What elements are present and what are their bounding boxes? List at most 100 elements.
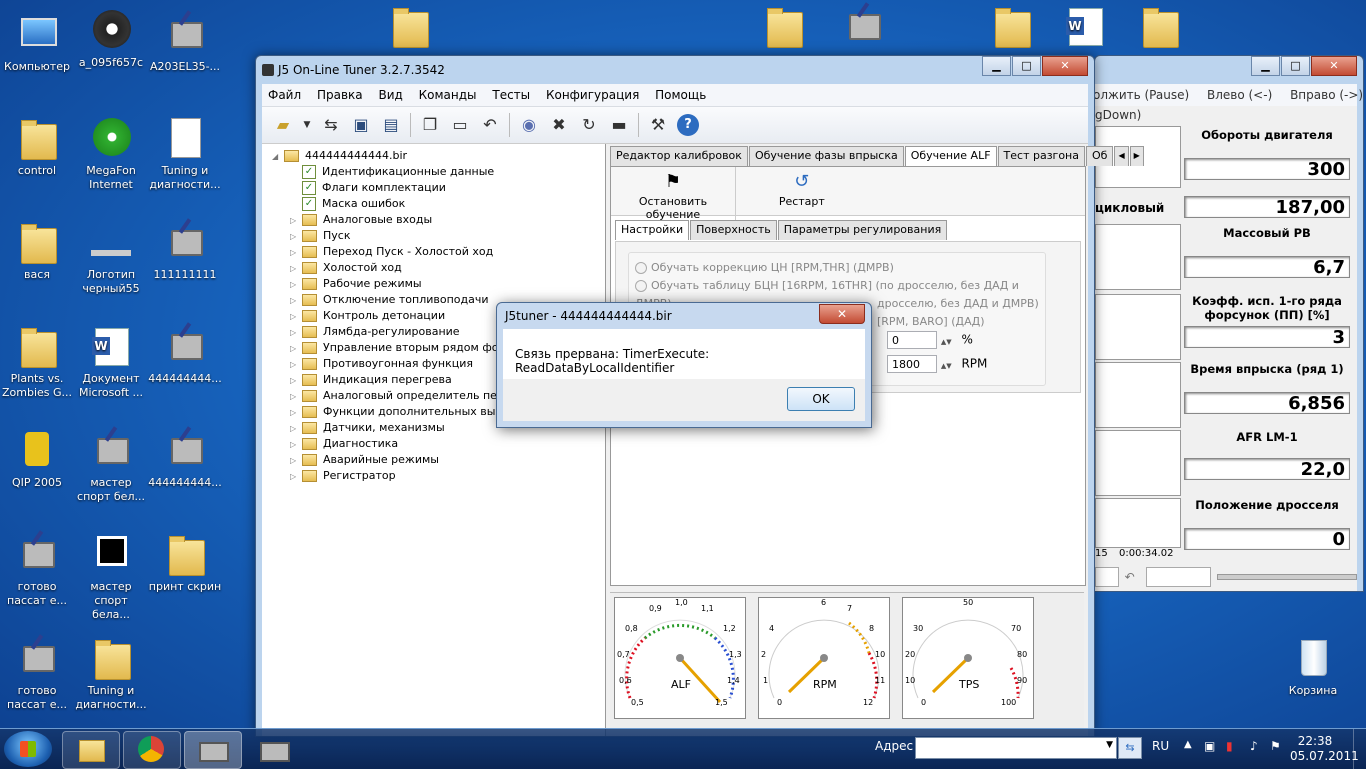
left-button[interactable]: Влево (<-) bbox=[1207, 88, 1272, 102]
subtab-regulation[interactable]: Параметры регулирования bbox=[777, 220, 948, 240]
minimize-button[interactable]: ▁ bbox=[1251, 56, 1280, 76]
monitor-subtoolbar[interactable]: gDown) bbox=[1095, 106, 1357, 124]
tab-calibration-editor[interactable]: Редактор калибровок bbox=[610, 146, 748, 166]
desktop-icon-gotovo-1[interactable]: готово пассат е... bbox=[0, 532, 74, 608]
tree-item-id-data[interactable]: ✓ Идентификационные данные bbox=[262, 164, 605, 180]
taskbar-j5tuner[interactable] bbox=[184, 731, 242, 769]
copy-icon[interactable]: ❐ bbox=[419, 114, 441, 136]
desktop-icon-a203[interactable]: A203EL35-... bbox=[148, 12, 222, 74]
tree-item-flags[interactable]: ✓ Флаги комплектации bbox=[262, 180, 605, 196]
engine-icon[interactable]: ▬ bbox=[608, 114, 630, 136]
menu-tests[interactable]: Тесты bbox=[492, 88, 530, 102]
desktop-icon-computer[interactable]: Компьютер bbox=[0, 12, 74, 74]
volume-icon[interactable]: ♪ bbox=[1250, 739, 1258, 753]
taskbar-explorer[interactable] bbox=[62, 731, 120, 769]
desktop-icon-master-2[interactable]: мастер спорт бела... bbox=[74, 532, 148, 622]
tree-item-folder[interactable]: ▷ Холостой ход bbox=[262, 260, 605, 276]
stop-icon[interactable]: ✖ bbox=[548, 114, 570, 136]
save-icon[interactable]: ▣ bbox=[350, 114, 372, 136]
subtab-surface[interactable]: Поверхность bbox=[690, 220, 777, 240]
chevron-down-icon[interactable]: ▼ bbox=[1106, 740, 1113, 750]
desktop-icon-444-2[interactable]: 444444444... bbox=[148, 428, 222, 490]
read-ecu-icon[interactable]: ◉ bbox=[518, 114, 540, 136]
dropdown-arrow-icon[interactable]: ▼ bbox=[302, 114, 312, 136]
menu-view[interactable]: Вид bbox=[378, 88, 402, 102]
dialog-title[interactable]: J5tuner - 444444444444.bir bbox=[497, 303, 871, 329]
network-icon[interactable]: ▣ bbox=[1204, 739, 1215, 753]
rpm-spinner[interactable]: 1800 bbox=[887, 355, 937, 373]
save-as-icon[interactable]: ▤ bbox=[380, 114, 402, 136]
tab-scroll-right-icon[interactable]: ▶ bbox=[1129, 146, 1144, 166]
show-desktop-button[interactable] bbox=[1353, 729, 1366, 769]
desktop-icon-111[interactable]: 111111111 bbox=[148, 220, 222, 282]
tree-item-error-mask[interactable]: ✓ Маска ошибок bbox=[262, 196, 605, 212]
close-button[interactable]: ✕ bbox=[1042, 56, 1088, 76]
menu-file[interactable]: Файл bbox=[268, 88, 301, 102]
clock[interactable]: 22:38 05.07.2011 bbox=[1290, 734, 1359, 764]
tab-acceleration-test[interactable]: Тест разгона bbox=[997, 146, 1085, 166]
help-icon[interactable]: ? bbox=[677, 114, 699, 136]
tree-item-folder[interactable]: ▷ Аналоговые входы bbox=[262, 212, 605, 228]
menu-config[interactable]: Конфигурация bbox=[546, 88, 639, 102]
pause-button[interactable]: олжить (Pause) bbox=[1093, 88, 1189, 102]
paste-icon[interactable]: ▭ bbox=[449, 114, 471, 136]
subtab-settings[interactable]: Настройки bbox=[615, 220, 690, 240]
desktop-icon-vasya[interactable]: вася bbox=[0, 220, 74, 282]
desktop-icon-folder-top-4[interactable] bbox=[1122, 4, 1196, 52]
option-cn-correction[interactable]: Обучать коррекцию ЦН [RPM,THR] (ДМРВ) bbox=[629, 253, 1045, 277]
taskbar-chrome[interactable] bbox=[123, 731, 181, 769]
tree-item-folder[interactable]: ▷ Аварийные режимы bbox=[262, 452, 605, 468]
maximize-button[interactable]: □ bbox=[1012, 56, 1041, 76]
desktop-icon-word-top[interactable] bbox=[1048, 4, 1122, 52]
desktop-icon-folder-top-3[interactable] bbox=[974, 4, 1048, 52]
tab-injection-phase[interactable]: Обучение фазы впрыска bbox=[748, 146, 904, 166]
desktop-icon-plants[interactable]: Plants vs. Zombies G... bbox=[0, 324, 74, 400]
menu-help[interactable]: Помощь bbox=[655, 88, 706, 102]
option-bcn-table[interactable]: Обучать таблицу БЦН [16RPM, 16THR] (по д… bbox=[629, 277, 1045, 310]
percent-spinner[interactable]: 0 bbox=[887, 331, 937, 349]
tab-more[interactable]: Об bbox=[1085, 146, 1114, 166]
zoom-select[interactable] bbox=[1095, 567, 1119, 587]
desktop-icon-tuning-1[interactable]: Tuning и диагности... bbox=[148, 116, 222, 192]
desktop-icon-megafon[interactable]: MegaFon Internet bbox=[74, 116, 148, 192]
tab-alf-learning[interactable]: Обучение ALF bbox=[904, 146, 997, 166]
value-input[interactable] bbox=[1146, 567, 1212, 587]
position-slider[interactable] bbox=[1217, 574, 1357, 580]
tree-item-folder[interactable]: ▷ Пуск bbox=[262, 228, 605, 244]
language-indicator[interactable]: RU bbox=[1152, 739, 1169, 753]
open-icon[interactable]: ▰ bbox=[272, 114, 294, 136]
desktop-icon-chip-top[interactable] bbox=[826, 4, 900, 52]
close-button[interactable]: ✕ bbox=[1311, 56, 1357, 76]
maximize-button[interactable]: □ bbox=[1281, 56, 1310, 76]
desktop-icon-folder-top-1[interactable] bbox=[372, 4, 446, 52]
menu-commands[interactable]: Команды bbox=[419, 88, 477, 102]
tree-item-folder[interactable]: ▷ Регистратор bbox=[262, 468, 605, 484]
tree-root[interactable]: ◢ 444444444444.bir bbox=[262, 148, 605, 164]
minimize-button[interactable]: ▁ bbox=[982, 56, 1011, 76]
tab-scroll-left-icon[interactable]: ◀ bbox=[1114, 146, 1129, 166]
desktop-icon-logo[interactable]: Логотип черный55 bbox=[74, 244, 148, 296]
desktop-icon-control[interactable]: control bbox=[0, 116, 74, 178]
spin-arrows-icon[interactable]: ▲▼ bbox=[941, 338, 952, 346]
signal-icon[interactable]: ▮ bbox=[1226, 739, 1233, 753]
address-input[interactable]: ▼ bbox=[915, 737, 1117, 759]
taskbar-j5tuner-2[interactable] bbox=[245, 731, 303, 769]
tree-item-folder[interactable]: ▷ Переход Пуск - Холостой ход bbox=[262, 244, 605, 260]
desktop-icon-a095[interactable]: a_095f657c bbox=[74, 8, 148, 70]
desktop-icon-444-1[interactable]: 444444444... bbox=[148, 324, 222, 386]
desktop-icon-gotovo-2[interactable]: готово пассат е... bbox=[0, 636, 74, 712]
desktop-icon-print-screen[interactable]: принт скрин bbox=[148, 532, 222, 594]
tools-icon[interactable]: ⚒ bbox=[647, 114, 669, 136]
stop-learning-button[interactable]: ⚑ Остановить обучение bbox=[611, 167, 736, 225]
tree-item-folder[interactable]: ▷ Рабочие режимы bbox=[262, 276, 605, 292]
start-button[interactable] bbox=[4, 731, 52, 767]
desktop-icon-recycle-bin[interactable]: Корзина bbox=[1276, 636, 1350, 698]
refresh-icon[interactable]: ↻ bbox=[578, 114, 600, 136]
undo-icon[interactable]: ↶ bbox=[1125, 570, 1141, 584]
flag-icon[interactable]: ⚑ bbox=[1270, 739, 1281, 753]
ok-button[interactable]: OK bbox=[787, 387, 855, 411]
connect-icon[interactable]: ⇆ bbox=[320, 114, 342, 136]
desktop-icon-master-1[interactable]: мастер спорт бел... bbox=[74, 428, 148, 504]
dialog-close-button[interactable]: ✕ bbox=[819, 304, 865, 324]
desktop-icon-tuning-2[interactable]: Tuning и диагности... bbox=[74, 636, 148, 712]
